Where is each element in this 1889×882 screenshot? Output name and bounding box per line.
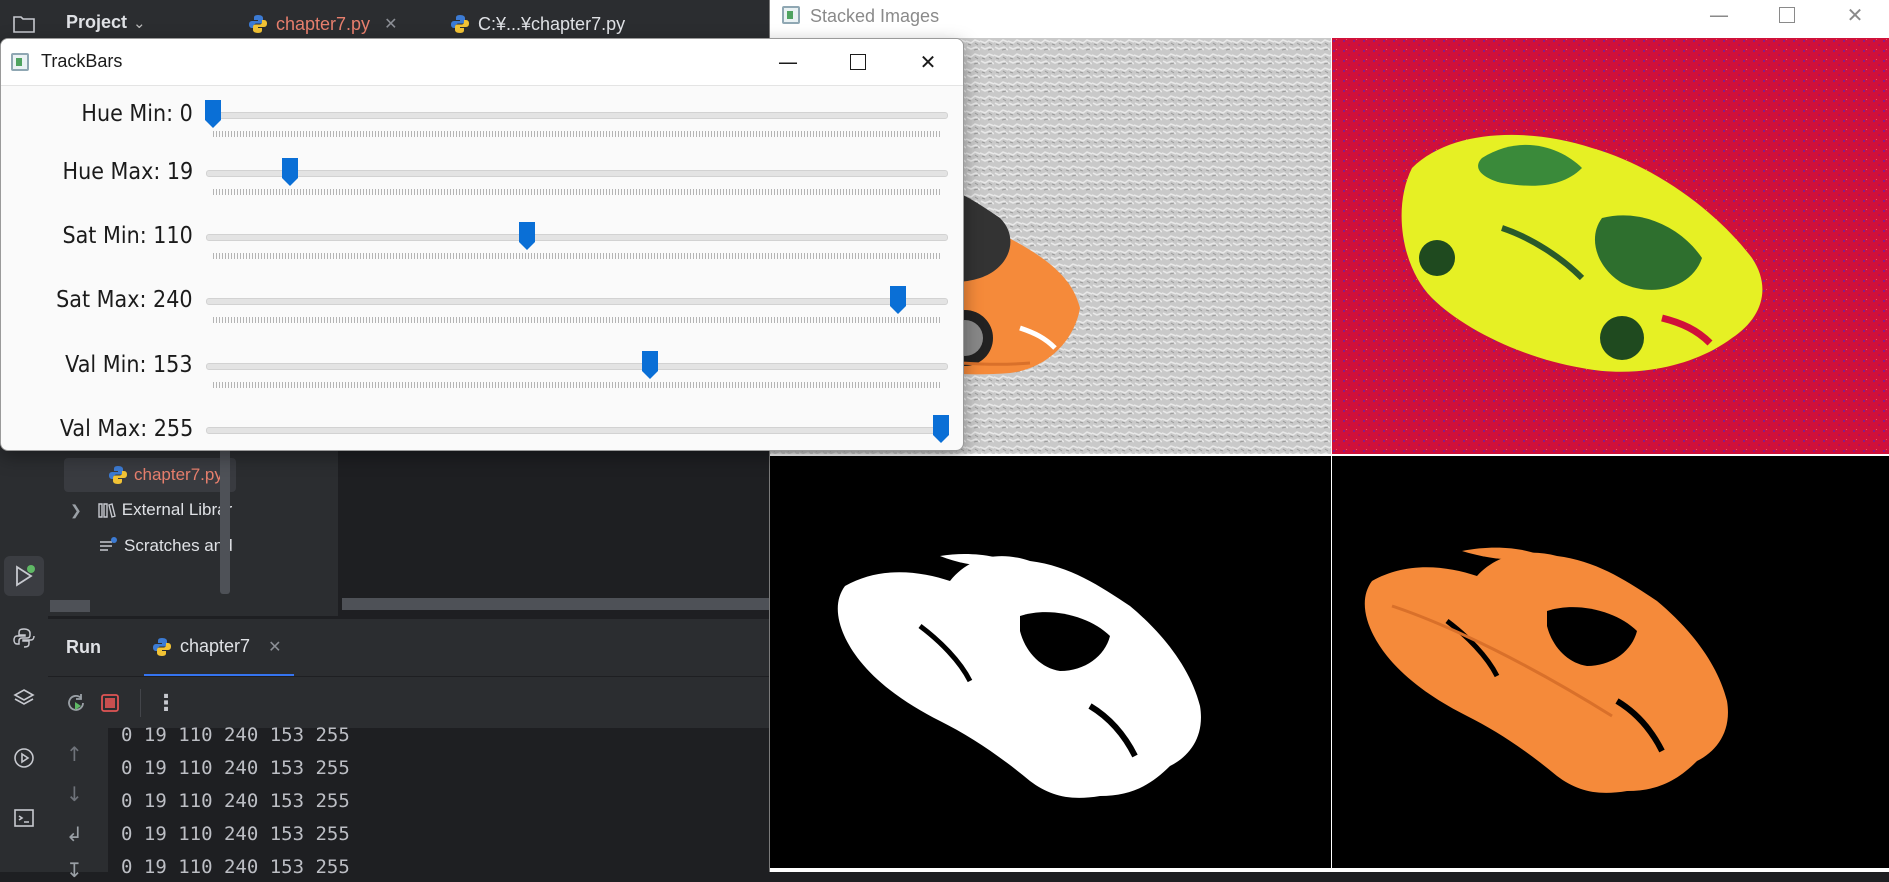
scratches-icon	[100, 537, 117, 551]
project-tree: chapter7.py ❯ External Librar Scratches …	[48, 440, 339, 616]
tree-horizontal-scrollbar[interactable]	[50, 600, 90, 612]
tree-item-label: Scratches and	[124, 536, 233, 555]
trackbar-label: Hue Max: 19	[62, 159, 193, 185]
python-file-icon	[153, 637, 171, 656]
trackbar-ticks	[213, 382, 941, 388]
maximize-button[interactable]	[1753, 0, 1821, 30]
maximize-button[interactable]	[823, 39, 893, 85]
more-options-icon[interactable]: ⋮	[154, 691, 178, 716]
stop-icon[interactable]	[98, 691, 122, 715]
console-line: 0 19 110 240 153 255	[121, 823, 350, 845]
chevron-down-icon: ⌄	[133, 15, 146, 32]
trackbar-label: Val Max: 255	[59, 416, 193, 442]
run-tab-label: chapter7	[180, 636, 251, 656]
trackbar-row: Val Min: 153	[1, 342, 963, 406]
tree-vertical-scrollbar[interactable]	[220, 440, 230, 594]
trackbar-thumb[interactable]	[281, 157, 299, 187]
tab-label: C:¥...¥chapter7.py	[478, 13, 626, 34]
trackbar-track[interactable]	[206, 112, 948, 119]
close-button[interactable]: ✕	[1821, 0, 1889, 30]
terminal-icon[interactable]	[4, 798, 44, 838]
trackbar-track[interactable]	[206, 427, 948, 434]
trackbars-titlebar[interactable]: TrackBars — ✕	[1, 39, 963, 86]
run-toolbar: ⋮	[48, 676, 770, 729]
hsv-image	[1332, 38, 1889, 454]
project-label: Project	[66, 12, 128, 32]
close-tab-icon[interactable]: ✕	[268, 637, 281, 657]
tree-item-external-libraries[interactable]: ❯ External Librar	[70, 493, 232, 527]
editor-area	[338, 440, 770, 616]
result-image	[1332, 456, 1889, 868]
minimize-button[interactable]: —	[753, 39, 823, 85]
project-dropdown[interactable]: Project ⌄	[66, 12, 146, 33]
stacked-titlebar[interactable]: Stacked Images — ✕	[770, 0, 1889, 36]
library-icon	[98, 503, 116, 518]
trackbar-ticks	[213, 189, 941, 195]
run-tab-chapter7[interactable]: chapter7 ✕	[144, 619, 294, 677]
trackbar-label: Val Min: 153	[65, 352, 193, 378]
trackbar-track[interactable]	[206, 170, 948, 177]
python-file-icon	[451, 15, 469, 33]
opencv-window-icon	[11, 53, 29, 71]
run-panel-title: Run	[66, 637, 101, 657]
trackbar-thumb[interactable]	[204, 99, 222, 129]
trackbar-thumb[interactable]	[889, 285, 907, 315]
mask-image	[770, 456, 1331, 868]
trackbars-window: TrackBars — ✕ Hue Min: 0 Hue Max: 19 Sat M…	[0, 38, 964, 451]
tree-item-scratches[interactable]: Scratches and	[98, 529, 233, 563]
console-line: 0 19 110 240 153 255	[121, 724, 350, 746]
trackbar-thumb[interactable]	[641, 350, 659, 380]
rerun-icon[interactable]	[64, 691, 88, 715]
opencv-window-icon	[782, 6, 800, 24]
editor-horizontal-scrollbar[interactable]	[342, 598, 770, 610]
soft-wrap-icon[interactable]: ↲	[66, 822, 83, 846]
console-line: 0 19 110 240 153 255	[121, 856, 350, 878]
trackbar-label: Sat Max: 240	[56, 287, 193, 313]
arrow-up-icon[interactable]: ↑	[66, 742, 83, 766]
run-tool-icon[interactable]	[4, 556, 44, 596]
close-tab-icon[interactable]: ✕	[384, 14, 397, 34]
trackbar-row: Val Max: 255	[1, 406, 963, 450]
layers-icon[interactable]	[4, 678, 44, 718]
trackbar-label: Sat Min: 110	[62, 223, 193, 249]
window-title: Stacked Images	[810, 6, 940, 26]
console-gutter: ↑ ↓ ↲ ↧	[48, 728, 108, 882]
trackbar-ticks	[213, 131, 941, 137]
trackbar-label: Hue Min: 0	[81, 101, 193, 127]
trackbar-row: Hue Max: 19	[1, 149, 963, 213]
tree-item-chapter7[interactable]: chapter7.py	[64, 458, 236, 492]
services-icon[interactable]	[4, 738, 44, 778]
trackbar-ticks	[213, 317, 941, 323]
run-console[interactable]: ↑ ↓ ↲ ↧ 0 19 110 240 153 255 0 19 110 24…	[48, 724, 770, 882]
toolbar-divider	[140, 689, 141, 717]
scroll-to-end-icon[interactable]: ↧	[66, 858, 83, 882]
python-file-icon	[249, 15, 267, 33]
chevron-right-icon: ❯	[70, 501, 82, 518]
tree-item-label: chapter7.py	[134, 465, 223, 484]
trackbar-row: Hue Min: 0	[1, 91, 963, 155]
window-title: TrackBars	[41, 51, 123, 71]
tab-label: chapter7.py	[276, 13, 371, 34]
arrow-down-icon[interactable]: ↓	[66, 782, 83, 806]
console-line: 0 19 110 240 153 255	[121, 790, 350, 812]
minimize-button[interactable]: —	[1685, 0, 1753, 30]
python-file-icon	[109, 466, 127, 484]
trackbar-thumb[interactable]	[518, 221, 536, 251]
trackbar-row: Sat Max: 240	[1, 277, 963, 341]
run-panel-header: Run chapter7 ✕	[48, 618, 770, 677]
trackbar-track[interactable]	[206, 363, 948, 370]
close-button[interactable]: ✕	[893, 39, 963, 85]
python-console-icon[interactable]	[4, 618, 44, 658]
trackbar-row: Sat Min: 110	[1, 213, 963, 277]
tree-item-label: External Librar	[121, 500, 233, 519]
console-line: 0 19 110 240 153 255	[121, 757, 350, 779]
trackbar-track[interactable]	[206, 298, 948, 305]
trackbar-thumb[interactable]	[932, 414, 950, 444]
trackbar-track[interactable]	[206, 234, 948, 241]
trackbar-ticks	[213, 253, 941, 259]
